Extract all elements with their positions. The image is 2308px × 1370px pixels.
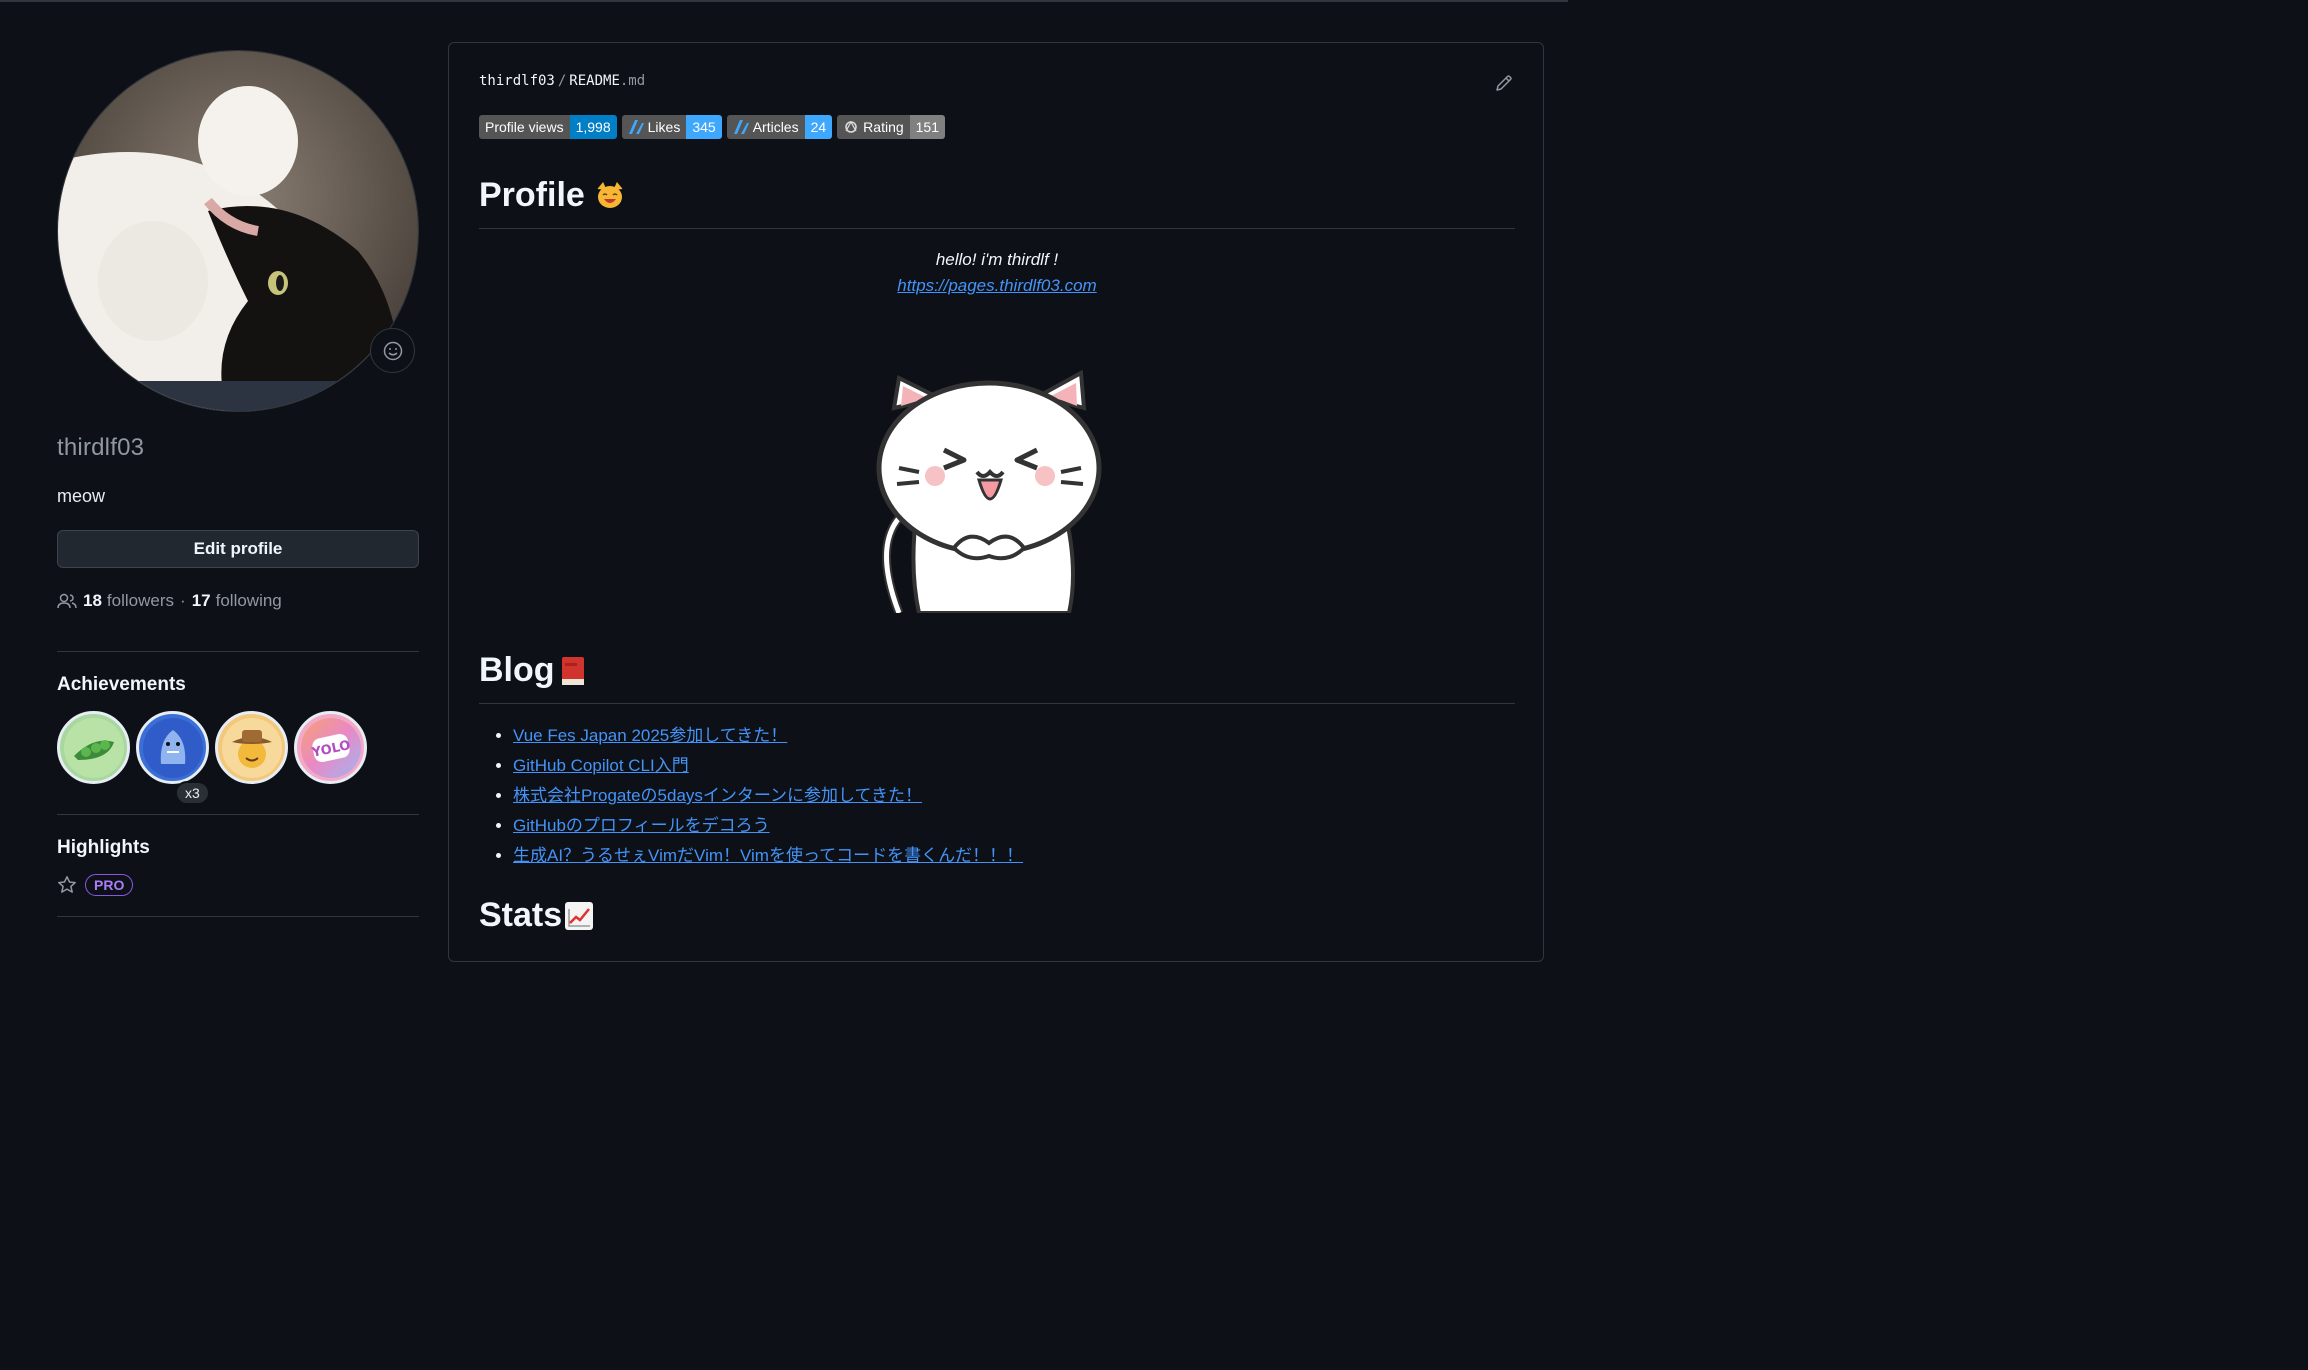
heading-rule: [479, 228, 1515, 229]
divider: [57, 916, 419, 917]
stats-heading: Stats: [479, 896, 594, 935]
readme-file-link[interactable]: README: [569, 73, 620, 89]
shield-label: Likes: [647, 119, 681, 135]
set-status-button[interactable]: [370, 328, 415, 373]
yolo-icon: YOLO: [300, 717, 361, 778]
shield-value: 151: [909, 115, 945, 139]
cat-face-icon: [597, 181, 623, 208]
list-item: GitHubのプロフィールをデコろう: [513, 811, 1023, 841]
username: thirdlf03: [57, 434, 145, 461]
star-icon: [58, 876, 76, 893]
shield-label: Profile views: [479, 115, 570, 139]
list-item: 株式会社Progateの5daysインターンに参加してきた！: [513, 781, 1023, 811]
atcoder-icon: [845, 120, 857, 133]
shield-profile-views: Profile views 1,998: [479, 115, 617, 139]
list-item: Vue Fes Japan 2025参加してきた！: [513, 721, 1023, 751]
blog-post-link[interactable]: 株式会社Progateの5daysインターンに参加してきた！: [513, 786, 922, 805]
shield-value: 345: [686, 115, 722, 139]
achievement-badge-quickdraw[interactable]: [215, 711, 288, 784]
blog-post-link[interactable]: Vue Fes Japan 2025参加してきた！: [513, 726, 787, 745]
shield-label-wrap: Articles: [726, 115, 805, 139]
follow-stats: 18 followers · 17 following: [57, 591, 419, 611]
shield-label-wrap: Likes: [621, 115, 687, 139]
readme-card: thirdlf03/README.md Profile views 1,998 …: [448, 42, 1544, 962]
blog-post-link[interactable]: GitHub Copilot CLI入門: [513, 756, 689, 775]
edit-profile-button[interactable]: Edit profile: [57, 530, 419, 568]
pencil-icon: [1496, 75, 1512, 91]
achievement-badge-pair-extraordinaire[interactable]: [57, 711, 130, 784]
blog-heading: Blog: [479, 651, 587, 690]
shields-row: Profile views 1,998 Likes 345 Articles 2…: [479, 115, 945, 139]
smiley-icon: [383, 341, 402, 360]
peas-icon: [63, 717, 124, 778]
profile-sidebar: thirdlf03 meow Edit profile 18 followers…: [57, 50, 419, 917]
chart-increasing-icon: [565, 901, 594, 930]
website-link[interactable]: https://pages.thirdlf03.com: [897, 276, 1096, 295]
shield-value: 24: [804, 115, 833, 139]
blog-post-link[interactable]: GitHubのプロフィールをデコろう: [513, 816, 770, 835]
profile-heading-text: Profile: [479, 176, 585, 214]
list-item: 生成AI？うるせぇVimだVim！Vimを使ってコードを書くんだ！！！: [513, 841, 1023, 871]
blog-post-link[interactable]: 生成AI？うるせぇVimだVim！Vimを使ってコードを書くんだ！！！: [513, 846, 1023, 865]
cowboy-icon: [221, 717, 282, 778]
following-count: 17: [191, 591, 211, 610]
followers-link[interactable]: 18 followers: [83, 591, 174, 611]
profile-heading: Profile: [479, 176, 625, 215]
achievements-list: YOLO x3: [57, 711, 419, 805]
divider: [57, 651, 419, 652]
readme-owner-link[interactable]: thirdlf03: [479, 73, 555, 89]
heading-rule: [479, 703, 1515, 704]
divider: [57, 814, 419, 815]
bio: meow: [57, 486, 106, 506]
avatar-container: [57, 50, 419, 412]
shield-value: 1,998: [569, 115, 617, 139]
pro-highlight: PRO: [57, 874, 419, 896]
shield-label: Articles: [752, 119, 799, 135]
separator: ·: [180, 591, 186, 610]
people-icon: [57, 593, 77, 609]
achievements-title[interactable]: Achievements: [57, 674, 419, 696]
breadcrumb-separator: /: [557, 73, 567, 89]
intro-text: hello! i'm thirdlf !: [935, 250, 1059, 269]
readme-breadcrumb: thirdlf03/README.md: [479, 73, 645, 89]
shield-label: Rating: [863, 119, 904, 135]
pro-badge[interactable]: PRO: [85, 874, 134, 896]
achievement-badge-pull-shark[interactable]: [136, 711, 209, 784]
blog-post-list: Vue Fes Japan 2025参加してきた！ GitHub Copilot…: [513, 721, 1023, 871]
blog-heading-text: Blog: [479, 651, 555, 689]
achievement-count-badge: x3: [175, 781, 210, 805]
shield-likes[interactable]: Likes 345: [621, 115, 722, 139]
readme-file-ext: .md: [619, 73, 646, 89]
following-link[interactable]: 17 following: [192, 591, 282, 611]
shield-articles[interactable]: Articles 24: [726, 115, 833, 139]
avatar[interactable]: [57, 50, 419, 412]
intro-block: hello! i'm thirdlf ! https://pages.third…: [479, 250, 1515, 296]
followers-label: followers: [106, 591, 175, 610]
stats-heading-text: Stats: [479, 896, 563, 934]
list-item: GitHub Copilot CLI入門: [513, 751, 1023, 781]
shark-icon: [142, 717, 203, 778]
shield-rating[interactable]: Rating 151: [837, 115, 945, 139]
followers-count: 18: [83, 591, 102, 610]
achievement-badge-yolo[interactable]: YOLO: [294, 711, 367, 784]
top-border: [0, 0, 1568, 2]
following-label: following: [215, 591, 282, 610]
edit-readme-button[interactable]: [1495, 74, 1513, 97]
book-icon: [561, 656, 584, 685]
cat-illustration: [869, 368, 1109, 618]
highlights-title: Highlights: [57, 837, 150, 858]
zenn-icon: [733, 120, 749, 134]
zenn-icon: [628, 120, 644, 134]
shield-label-wrap: Rating: [837, 115, 910, 139]
